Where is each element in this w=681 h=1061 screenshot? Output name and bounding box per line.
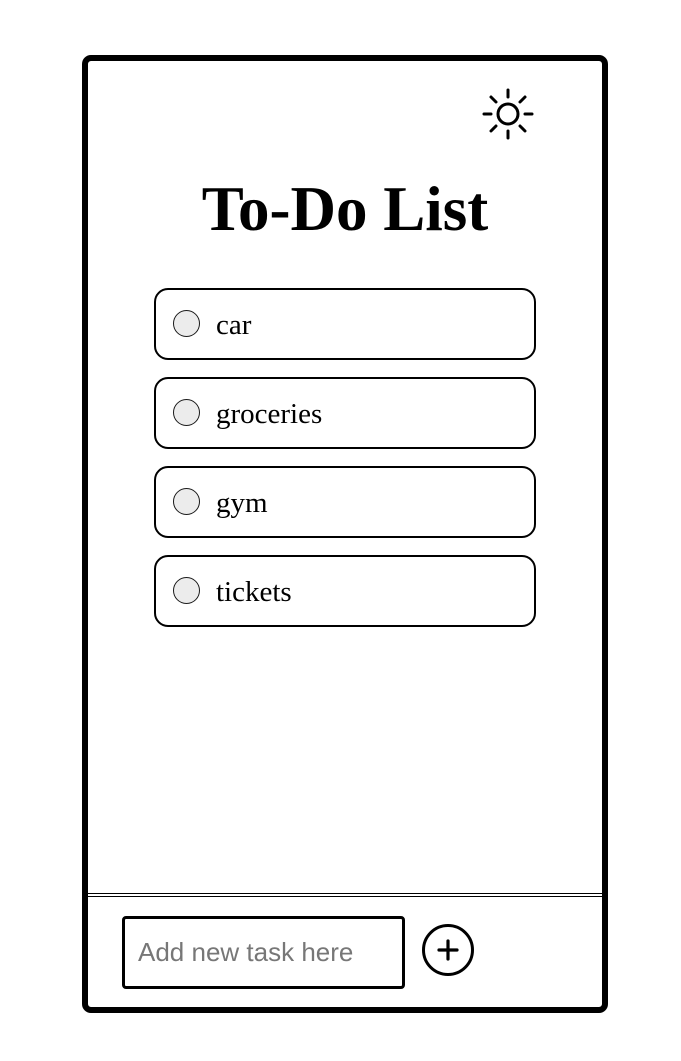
task-item[interactable]: groceries bbox=[154, 377, 536, 449]
add-task-button[interactable] bbox=[422, 924, 474, 976]
todo-app-card: To-Do List car groceries gym tickets bbox=[82, 55, 608, 1013]
task-checkbox[interactable] bbox=[173, 310, 200, 337]
sun-icon bbox=[482, 88, 534, 140]
task-item[interactable]: car bbox=[154, 288, 536, 360]
task-item[interactable]: tickets bbox=[154, 555, 536, 627]
page-title: To-Do List bbox=[201, 174, 489, 244]
task-list: car groceries gym tickets bbox=[154, 288, 536, 644]
task-label: gym bbox=[216, 487, 268, 519]
task-label: car bbox=[216, 309, 252, 341]
task-label: groceries bbox=[216, 398, 323, 430]
task-checkbox[interactable] bbox=[173, 488, 200, 515]
footer-divider bbox=[88, 893, 602, 897]
plus-icon bbox=[437, 939, 459, 961]
task-label: tickets bbox=[216, 576, 292, 608]
new-task-input[interactable] bbox=[122, 916, 405, 989]
task-checkbox[interactable] bbox=[173, 577, 200, 604]
task-checkbox[interactable] bbox=[173, 399, 200, 426]
task-item[interactable]: gym bbox=[154, 466, 536, 538]
theme-toggle-button[interactable] bbox=[478, 84, 538, 144]
